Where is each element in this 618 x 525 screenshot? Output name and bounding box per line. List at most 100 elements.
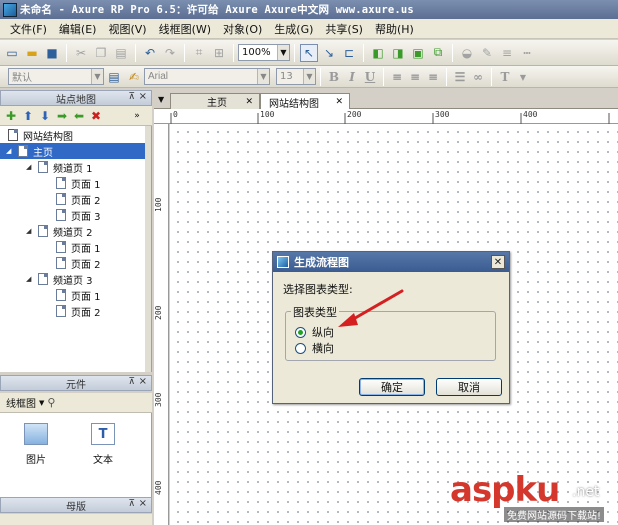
menu-file[interactable]: 文件(F) bbox=[4, 21, 53, 37]
menu-view[interactable]: 视图(V) bbox=[102, 21, 152, 37]
tree-item-page[interactable]: 页面 1 bbox=[56, 239, 101, 255]
tree-item-page[interactable]: 页面 2 bbox=[56, 303, 101, 319]
close-icon[interactable]: ✕ bbox=[335, 97, 343, 107]
collapse-icon[interactable]: ◢ bbox=[6, 147, 14, 155]
toolbar-separator bbox=[491, 67, 492, 86]
format-painter-icon[interactable]: ⌗ bbox=[190, 44, 208, 62]
tab-list-icon[interactable]: ▼ bbox=[158, 95, 164, 104]
widget-text[interactable]: T 文本 bbox=[81, 423, 125, 466]
collapse-icon[interactable]: ◢ bbox=[26, 227, 34, 235]
zoom-select[interactable]: 100% ▼ bbox=[238, 44, 290, 61]
distribute-icon[interactable]: ⧉ bbox=[429, 44, 447, 62]
ruler-label: 400 bbox=[154, 480, 163, 495]
chevron-down-icon[interactable]: ▼ bbox=[39, 399, 44, 407]
menu-edit[interactable]: 编辑(E) bbox=[53, 21, 103, 37]
tab-sitemap-diagram[interactable]: 网站结构图 ✕ bbox=[260, 93, 350, 110]
font-size-select[interactable]: 13 ▼ bbox=[276, 68, 316, 85]
cut-icon[interactable]: ✂ bbox=[72, 44, 90, 62]
tree-item-page[interactable]: 页面 1 bbox=[56, 175, 101, 191]
axure-app-icon bbox=[3, 2, 17, 17]
link-icon[interactable]: ∞ bbox=[470, 69, 486, 85]
style-editor-icon[interactable]: ▤ bbox=[105, 68, 123, 86]
underline-icon[interactable]: U bbox=[362, 69, 378, 85]
radio-horizontal[interactable]: 横向 bbox=[295, 340, 334, 356]
close-icon[interactable]: × bbox=[139, 498, 147, 509]
connector-icon[interactable]: ↘ bbox=[320, 44, 338, 62]
outdent-icon[interactable]: ⬅ bbox=[72, 109, 86, 123]
line-color-icon[interactable]: ✎ bbox=[478, 44, 496, 62]
tree-root[interactable]: 网站结构图 bbox=[8, 127, 148, 143]
align-center-icon[interactable]: ≡ bbox=[407, 69, 423, 85]
text-color-icon[interactable]: T bbox=[497, 69, 513, 85]
pin-icon[interactable]: ⊼ bbox=[128, 377, 135, 387]
page-icon bbox=[56, 193, 66, 205]
pin-icon[interactable]: ⊼ bbox=[128, 92, 135, 102]
flow-connector-icon[interactable]: ⊏ bbox=[340, 44, 358, 62]
line-style-icon[interactable]: ┅ bbox=[518, 44, 536, 62]
close-icon[interactable]: ✕ bbox=[245, 97, 253, 107]
menu-object[interactable]: 对象(O) bbox=[217, 21, 268, 37]
copy-icon[interactable]: ❐ bbox=[92, 44, 110, 62]
widget-library-select[interactable]: 线框图 bbox=[6, 395, 36, 410]
new-page-icon[interactable]: ▭ bbox=[3, 44, 21, 62]
undo-icon[interactable]: ↶ bbox=[141, 44, 159, 62]
send-back-icon[interactable]: ◨ bbox=[389, 44, 407, 62]
tree-item-page[interactable]: 页面 2 bbox=[56, 255, 101, 271]
align-right-icon[interactable]: ≡ bbox=[425, 69, 441, 85]
arrange-icon[interactable]: ▣ bbox=[409, 44, 427, 62]
line-width-icon[interactable]: ≡ bbox=[498, 44, 516, 62]
group-icon[interactable]: ⊞ bbox=[210, 44, 228, 62]
bring-front-icon[interactable]: ◧ bbox=[369, 44, 387, 62]
sitemap-tree: 网站结构图 ◢ 主页 ◢ 频道页 1 页面 1 页面 2 页面 3 ◢ 频道页 … bbox=[0, 126, 152, 372]
align-left-icon[interactable]: ≡ bbox=[389, 69, 405, 85]
chevron-more-icon[interactable]: » bbox=[130, 109, 144, 123]
chevron-down-icon[interactable]: ▼ bbox=[515, 69, 531, 85]
menu-generate[interactable]: 生成(G) bbox=[268, 21, 319, 37]
collapse-icon[interactable]: ◢ bbox=[26, 275, 34, 283]
menu-help[interactable]: 帮助(H) bbox=[369, 21, 420, 37]
collapse-icon[interactable]: ◢ bbox=[26, 163, 34, 171]
menu-share[interactable]: 共享(S) bbox=[319, 21, 369, 37]
radio-vertical[interactable]: 纵向 bbox=[295, 324, 334, 340]
search-icon[interactable]: ⚲ bbox=[47, 396, 55, 409]
sitemap-scrollbar[interactable] bbox=[145, 126, 151, 372]
bullets-icon[interactable]: ☰ bbox=[452, 69, 468, 85]
move-up-icon[interactable]: ⬆ bbox=[21, 109, 35, 123]
style-select[interactable]: 默认 ▼ bbox=[8, 68, 104, 85]
ok-button[interactable]: 确定 bbox=[359, 378, 425, 396]
radio-button-checked[interactable] bbox=[295, 326, 306, 338]
indent-icon[interactable]: ➡ bbox=[55, 109, 69, 123]
bold-icon[interactable]: B bbox=[326, 69, 342, 85]
delete-page-icon[interactable]: ✖ bbox=[89, 109, 103, 123]
save-icon[interactable]: ■ bbox=[43, 44, 61, 62]
tree-item-page[interactable]: 页面 3 bbox=[56, 207, 101, 223]
pin-icon[interactable]: ⊼ bbox=[128, 499, 135, 509]
move-down-icon[interactable]: ⬇ bbox=[38, 109, 52, 123]
add-page-icon[interactable]: ✚ bbox=[4, 109, 18, 123]
tree-item-home[interactable]: ◢ 主页 bbox=[0, 143, 151, 159]
open-folder-icon[interactable]: ▬ bbox=[23, 44, 41, 62]
radio-button[interactable] bbox=[295, 342, 306, 354]
tree-item-channel[interactable]: ◢ 频道页 3 bbox=[26, 271, 93, 287]
tree-item-channel[interactable]: ◢ 频道页 2 bbox=[26, 223, 93, 239]
font-select[interactable]: Arial ▼ bbox=[144, 68, 270, 85]
format-brush-icon[interactable]: ✍ bbox=[125, 68, 143, 86]
italic-icon[interactable]: I bbox=[344, 69, 360, 85]
window-title: 未命名 - Axure RP Pro 6.5：许可给 Axure Axure中文… bbox=[20, 4, 414, 16]
paste-icon[interactable]: ▤ bbox=[112, 44, 130, 62]
select-pointer-icon[interactable]: ↖ bbox=[300, 43, 318, 62]
fill-color-icon[interactable]: ◒ bbox=[458, 44, 476, 62]
widget-image[interactable]: 图片 bbox=[14, 423, 58, 466]
tab-home[interactable]: 主页 ✕ bbox=[170, 93, 260, 109]
tree-item-channel[interactable]: ◢ 频道页 1 bbox=[26, 159, 93, 175]
toolbar-separator bbox=[383, 67, 384, 86]
close-icon[interactable]: × bbox=[139, 91, 147, 102]
close-icon[interactable]: × bbox=[139, 376, 147, 387]
menu-wireframe[interactable]: 线框图(W) bbox=[153, 21, 217, 37]
tree-item-page[interactable]: 页面 2 bbox=[56, 191, 101, 207]
close-icon[interactable]: ✕ bbox=[491, 255, 505, 269]
tree-item-page[interactable]: 页面 1 bbox=[56, 287, 101, 303]
dialog-title-bar[interactable]: 生成流程图 bbox=[273, 252, 509, 272]
cancel-button[interactable]: 取消 bbox=[436, 378, 502, 396]
redo-icon[interactable]: ↷ bbox=[161, 44, 179, 62]
